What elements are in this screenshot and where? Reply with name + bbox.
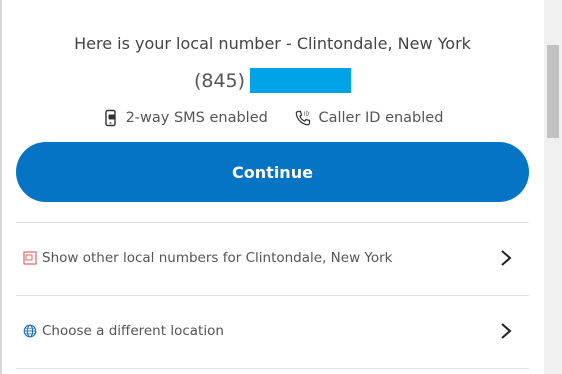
feature-caller-id: ID Caller ID enabled: [294, 109, 443, 127]
feature-sms: 2-way SMS enabled: [102, 109, 268, 127]
feature-sms-label: 2-way SMS enabled: [125, 110, 268, 126]
divider: [16, 368, 529, 369]
phone-sms-icon: [104, 109, 116, 127]
area-code: (845): [193, 69, 246, 92]
scrollbar-thumb[interactable]: [547, 45, 559, 138]
page: Here is your local number - Clintondale,…: [0, 0, 562, 374]
page-title: Here is your local number - Clintondale,…: [74, 34, 471, 53]
numbers-list-icon: [23, 251, 37, 265]
local-number-panel: Here is your local number - Clintondale,…: [16, 0, 529, 374]
choose-location-label: Choose a different location: [42, 323, 224, 339]
caller-id-icon: ID: [296, 110, 311, 126]
continue-button-label: Continue: [232, 162, 313, 182]
feature-caller-id-label: Caller ID enabled: [318, 110, 444, 126]
continue-button[interactable]: Continue: [16, 142, 529, 202]
redacted-number: [250, 68, 352, 93]
scrollbar[interactable]: [544, 0, 562, 374]
chevron-right-icon: [501, 250, 512, 266]
show-other-numbers-option[interactable]: Show other local numbers for Clintondale…: [16, 222, 529, 294]
choose-location-option[interactable]: Choose a different location: [16, 295, 529, 367]
globe-icon: [23, 324, 37, 338]
chevron-right-icon: [501, 323, 512, 339]
phone-number: (845): [16, 68, 529, 93]
show-other-numbers-label: Show other local numbers for Clintondale…: [42, 250, 393, 266]
feature-list: 2-way SMS enabled ID Caller ID enabled: [16, 109, 529, 131]
svg-text:ID: ID: [304, 112, 309, 118]
window-edge: [0, 0, 2, 374]
